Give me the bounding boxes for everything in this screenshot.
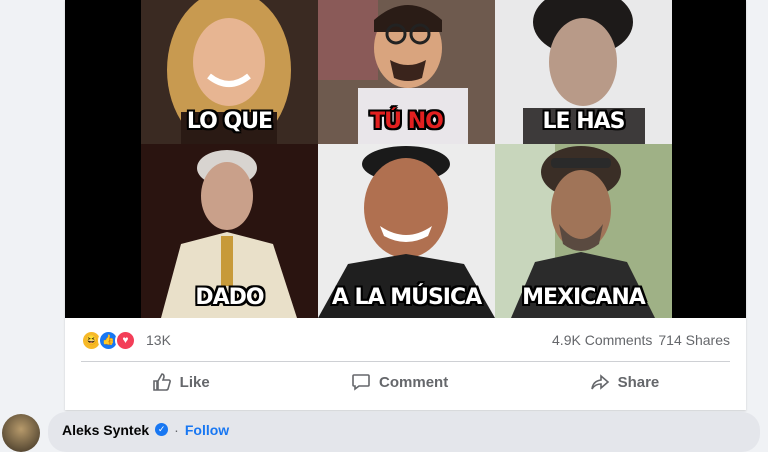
post-actions: Like Comment Share <box>81 365 730 399</box>
post-card: LO QUE TÚ NO LE HAS DADO A LA MÚSICA MEX… <box>65 0 746 410</box>
reaction-icons[interactable]: 😆 👍 ♥ <box>81 329 136 351</box>
post-stats: 😆 👍 ♥ 13K 4.9K Comments 714 Shares <box>81 328 730 352</box>
shares-count[interactable]: 714 Shares <box>658 332 730 348</box>
thumbs-up-icon <box>152 373 171 391</box>
comment-row: Aleks Syntek ✓ · Follow <box>0 410 768 452</box>
meme-grid: LO QUE TÚ NO LE HAS DADO A LA MÚSICA MEX… <box>141 0 734 318</box>
caption-6: MEXICANA <box>522 285 646 310</box>
caption-3: LE HAS <box>542 109 626 134</box>
reactions-count[interactable]: 13K <box>146 332 171 348</box>
follow-button[interactable]: Follow <box>185 422 229 438</box>
comment-author[interactable]: Aleks Syntek <box>62 422 149 438</box>
meme-tile-man-glasses: TÚ NO <box>318 0 495 144</box>
caption-2: TÚ NO <box>370 109 444 134</box>
meme-tile-man-curly: LE HAS <box>495 0 672 144</box>
verified-badge-icon: ✓ <box>155 423 169 436</box>
avatar[interactable] <box>2 414 40 452</box>
caption-5: A LA MÚSICA <box>331 285 482 310</box>
share-button[interactable]: Share <box>570 366 680 398</box>
separator-dot: · <box>174 422 179 438</box>
share-arrow-icon <box>590 374 609 390</box>
divider <box>81 361 730 362</box>
love-reaction-icon: ♥ <box>115 329 136 351</box>
meme-tile-smiling-man: A LA MÚSICA <box>318 144 495 318</box>
meme-tile-woman: LO QUE <box>141 0 318 144</box>
caption-4: DADO <box>195 285 264 310</box>
like-button[interactable]: Like <box>132 366 230 398</box>
comment-button[interactable]: Comment <box>331 366 468 398</box>
comments-count[interactable]: 4.9K Comments <box>552 332 652 348</box>
meme-tile-old-man: DADO <box>141 144 318 318</box>
meme-image[interactable]: LO QUE TÚ NO LE HAS DADO A LA MÚSICA MEX… <box>65 0 746 318</box>
caption-1: LO QUE <box>186 109 273 134</box>
comment-bubble: Aleks Syntek ✓ · Follow <box>48 412 760 452</box>
share-label: Share <box>617 373 660 391</box>
like-label: Like <box>179 373 210 391</box>
meme-tile-bearded-man: MEXICANA <box>495 144 672 318</box>
comment-label: Comment <box>379 373 449 391</box>
comment-bubble-icon <box>352 374 370 391</box>
